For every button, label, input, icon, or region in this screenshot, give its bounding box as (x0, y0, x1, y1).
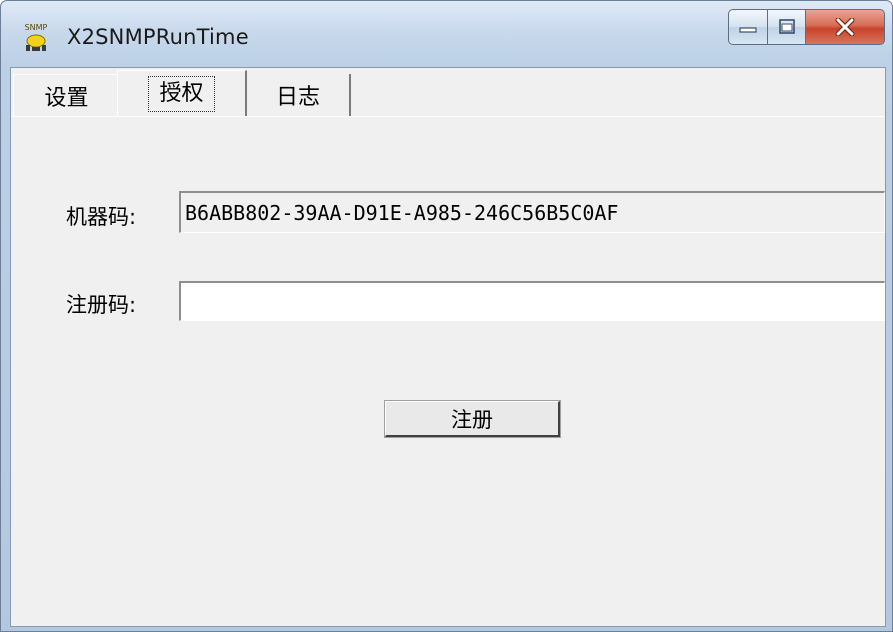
snmp-app-icon: SNMP (25, 23, 48, 51)
close-button[interactable] (806, 9, 885, 45)
tab-log-label: 日志 (275, 85, 320, 110)
machine-code-value: B6ABB802-39AA-D91E-A985-246C56B5C0AF (185, 200, 619, 225)
tab-settings[interactable]: 设置 (13, 74, 119, 116)
minimize-button[interactable] (728, 9, 768, 45)
close-icon (835, 18, 855, 36)
tab-log[interactable]: 日志 (247, 74, 351, 116)
register-code-input[interactable] (179, 281, 885, 321)
tab-authorization[interactable]: 授权 (117, 70, 247, 116)
application-window: SNMP X2SNMPRunTime 设置 授权 日志 机器码: B6ABB80… (0, 0, 893, 632)
minimize-icon (739, 27, 757, 33)
register-code-label: 注册码: (66, 293, 137, 317)
register-button-label: 注册 (451, 407, 493, 432)
title-bar[interactable]: SNMP X2SNMPRunTime (1, 1, 892, 67)
client-area: 设置 授权 日志 机器码: B6ABB802-39AA-D91E-A985-24… (10, 67, 886, 627)
window-title: X2SNMPRunTime (67, 25, 249, 49)
maximize-button[interactable] (768, 9, 806, 45)
window-controls (728, 9, 885, 45)
tab-settings-label: 设置 (44, 85, 89, 111)
register-button[interactable]: 注册 (384, 400, 561, 438)
maximize-icon (778, 19, 795, 34)
tab-strip: 设置 授权 日志 (11, 68, 885, 117)
tab-panel-border (11, 116, 885, 117)
machine-code-field[interactable]: B6ABB802-39AA-D91E-A985-246C56B5C0AF (179, 191, 885, 233)
tab-authorization-label: 授权 (148, 75, 215, 112)
app-icon-label: SNMP (25, 23, 48, 32)
machine-code-label: 机器码: (66, 205, 137, 229)
